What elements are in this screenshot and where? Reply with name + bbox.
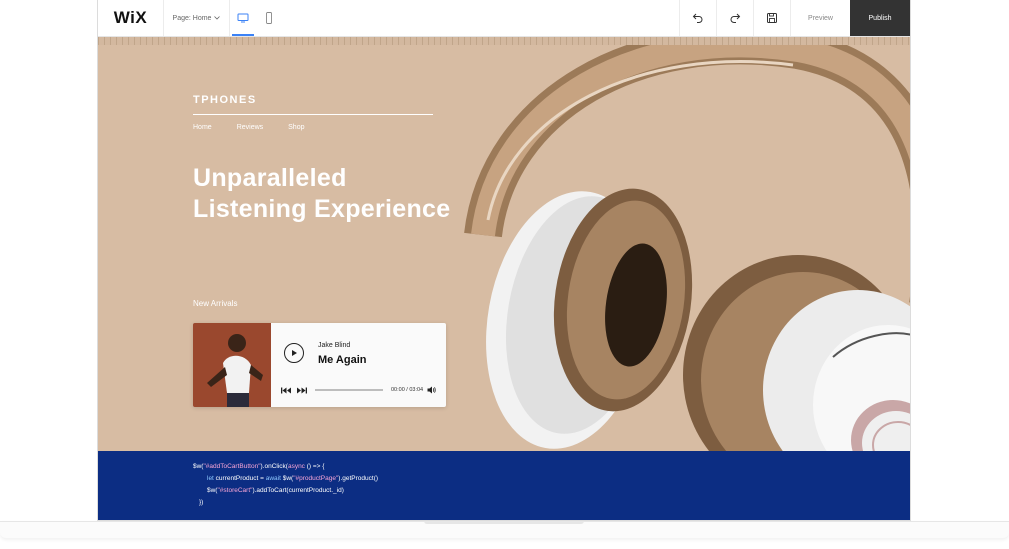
redo-icon [730, 13, 741, 23]
brand-name[interactable]: TPHONES [193, 94, 257, 106]
code-line-1: $w("#addToCartButton").onClick(async () … [193, 463, 325, 470]
volume-icon[interactable] [427, 386, 436, 394]
headline-line-2: Listening Experience [193, 195, 451, 223]
next-track-icon[interactable] [296, 387, 307, 394]
preview-button[interactable]: Preview [790, 0, 850, 36]
page-selector-label: Page: Home [172, 14, 212, 22]
desktop-icon [237, 13, 249, 23]
desktop-view-button[interactable] [230, 0, 256, 36]
play-button[interactable] [284, 343, 304, 363]
artist-name: Jake Blind [318, 342, 351, 349]
editor-frame: WiX Page: Home Preview Publish TPHONES H… [97, 0, 911, 521]
song-title: Me Again [318, 354, 367, 366]
track-time: 00:00 / 03:04 [391, 387, 424, 393]
progress-bar[interactable] [315, 389, 383, 391]
mobile-icon [266, 12, 272, 24]
redo-button[interactable] [716, 0, 753, 36]
nav-home[interactable]: Home [193, 124, 212, 131]
headline-line-1: Unparalleled [193, 164, 347, 192]
laptop-base-notch [424, 521, 584, 524]
code-block: $w("#addToCartButton").onClick(async () … [193, 461, 378, 509]
previous-track-icon[interactable] [281, 387, 292, 394]
site-nav: Home Reviews Shop [193, 124, 305, 131]
code-panel[interactable]: $w("#addToCartButton").onClick(async () … [98, 451, 910, 520]
nav-shop[interactable]: Shop [288, 124, 304, 131]
player-controls: 00:00 / 03:04 [281, 386, 436, 394]
wix-logo[interactable]: WiX [98, 0, 164, 36]
undo-button[interactable] [679, 0, 716, 36]
page-selector[interactable]: Page: Home [164, 0, 230, 36]
ruler [98, 37, 910, 45]
play-icon [292, 350, 297, 356]
publish-button[interactable]: Publish [850, 0, 910, 36]
code-line-2: let currentProduct = await $w("#productP… [207, 475, 379, 482]
hero-headline: Unparalleled Listening Experience [193, 163, 450, 225]
code-line-3: $w("#storeCart").addToCart(currentProduc… [207, 487, 344, 494]
hero-section[interactable]: TPHONES Home Reviews Shop Unparalleled L… [98, 45, 910, 451]
nav-reviews[interactable]: Reviews [237, 124, 263, 131]
mobile-view-button[interactable] [256, 0, 282, 36]
album-cover-image [193, 323, 271, 407]
code-line-4: }) [199, 499, 204, 506]
headphones-image [464, 45, 910, 451]
device-switcher [230, 0, 282, 36]
new-arrivals-label: New Arrivals [193, 299, 238, 308]
chevron-down-icon [214, 16, 221, 20]
save-icon [767, 13, 777, 23]
music-player: Jake Blind Me Again 00:00 / 03:04 [193, 323, 446, 407]
undo-icon [692, 13, 703, 23]
editor-toolbar: WiX Page: Home Preview Publish [98, 0, 910, 37]
brand-divider [193, 114, 433, 115]
save-button[interactable] [753, 0, 790, 36]
